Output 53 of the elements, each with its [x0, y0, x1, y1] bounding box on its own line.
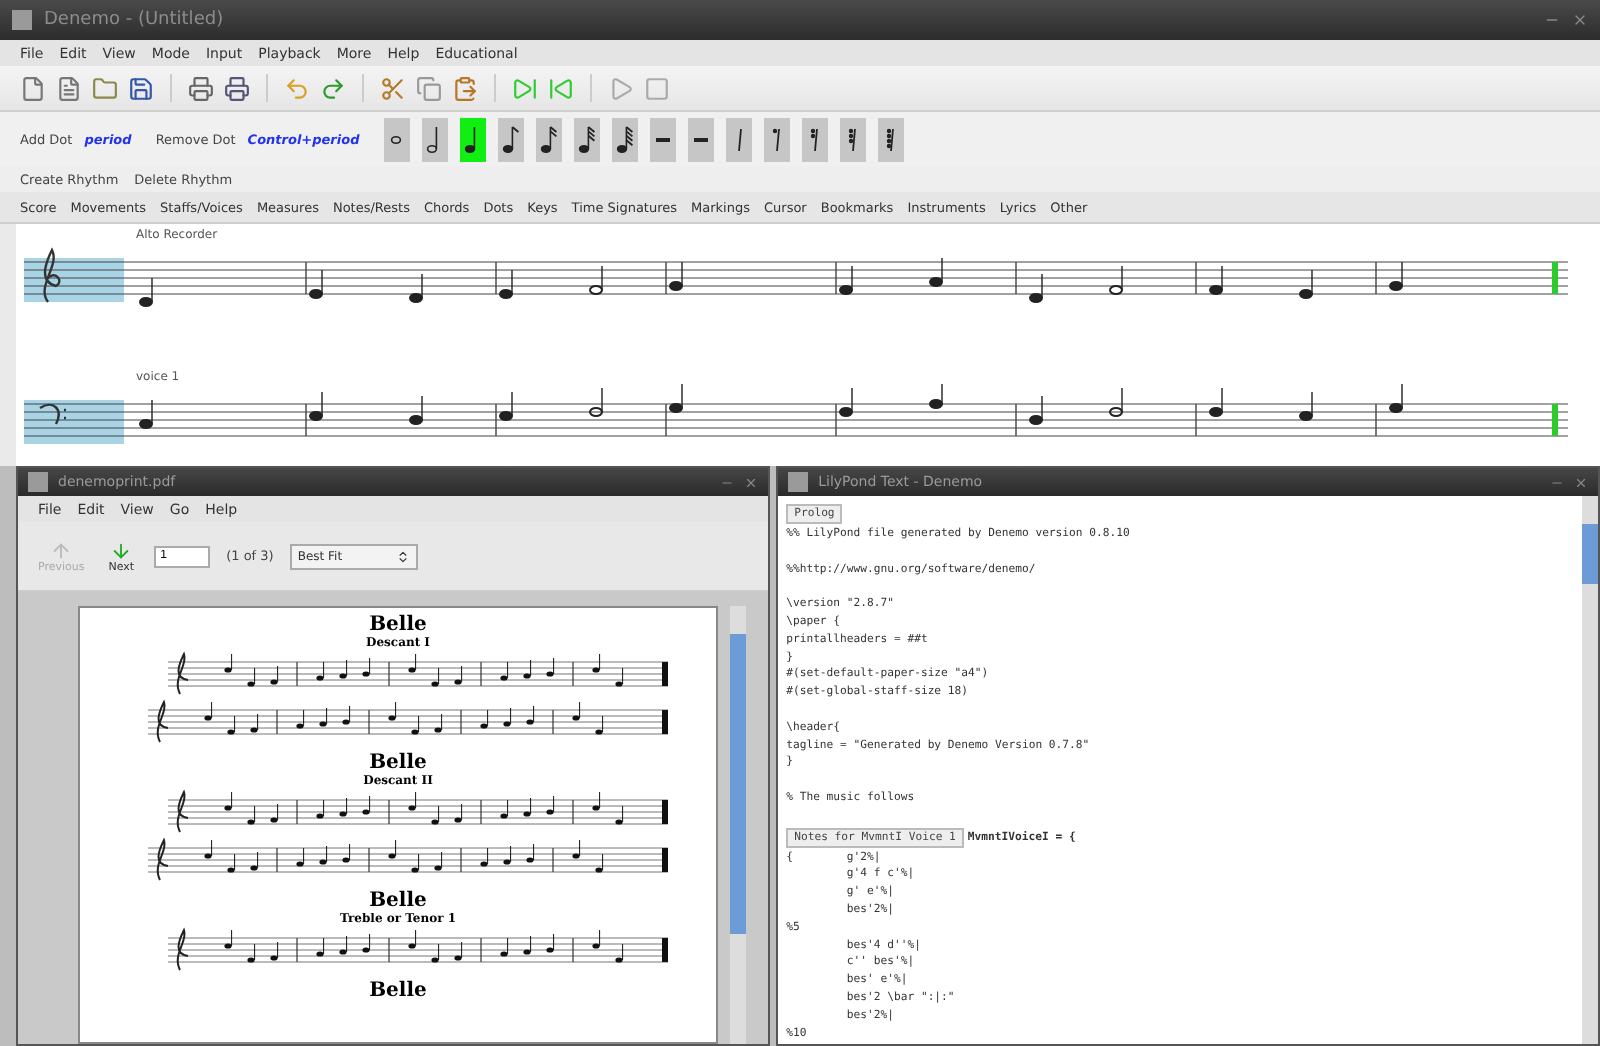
rest-icon: [733, 127, 744, 151]
duration-button[interactable]: [725, 117, 752, 161]
rest-icon: [771, 127, 782, 151]
app-icon: [788, 472, 809, 492]
duration-button[interactable]: [801, 117, 828, 161]
piece-title: Belle: [369, 752, 427, 774]
close-icon[interactable]: [1572, 12, 1588, 28]
duration-button[interactable]: [877, 117, 904, 161]
duration-button[interactable]: [611, 117, 638, 161]
piece-title: Belle: [369, 614, 427, 636]
duration-button[interactable]: [535, 117, 562, 161]
duration-button[interactable]: [497, 117, 524, 161]
rest-icon: [809, 127, 820, 151]
print-preview-icon[interactable]: [224, 75, 250, 101]
note-icon: [539, 125, 558, 153]
duration-button[interactable]: [839, 117, 866, 161]
duration-button[interactable]: [687, 117, 714, 161]
undo-icon[interactable]: [284, 75, 310, 101]
redo-icon[interactable]: [320, 75, 346, 101]
folder-icon[interactable]: [92, 75, 118, 101]
close-icon[interactable]: [744, 475, 759, 489]
app-icon: [12, 10, 32, 30]
template-file-icon[interactable]: [56, 75, 82, 101]
close-icon[interactable]: [1574, 475, 1588, 489]
stop-icon[interactable]: [644, 75, 670, 101]
rest-icon: [885, 127, 896, 151]
duration-button[interactable]: [421, 117, 448, 161]
window-title: Denemo - (Untitled): [44, 10, 226, 30]
app-icon: [28, 472, 48, 492]
play-icon[interactable]: [608, 75, 634, 101]
note-icon: [615, 125, 634, 153]
duration-button[interactable]: [573, 117, 600, 161]
duration-button[interactable]: [763, 117, 790, 161]
paste-icon[interactable]: [452, 75, 478, 101]
new-file-icon[interactable]: [20, 75, 46, 101]
scrollbar[interactable]: [730, 606, 746, 1044]
spinner-arrows-icon: [395, 549, 410, 563]
arrow-down-icon: [110, 539, 133, 561]
duration-button[interactable]: [459, 117, 486, 161]
piece-title: Belle: [369, 980, 427, 1002]
arrow-up-icon: [50, 539, 73, 561]
save-icon[interactable]: [128, 75, 154, 101]
rest-icon: [847, 127, 858, 151]
printer-icon[interactable]: [188, 75, 214, 101]
note-icon: [390, 135, 403, 143]
note-icon: [577, 125, 596, 153]
cut-icon[interactable]: [380, 75, 406, 101]
duration-button[interactable]: [649, 117, 676, 161]
copy-icon[interactable]: [416, 75, 442, 101]
piece-title: Belle: [369, 890, 427, 912]
note-icon: [501, 125, 520, 153]
duration-button[interactable]: [383, 117, 410, 161]
scrollbar[interactable]: [1582, 496, 1598, 1044]
